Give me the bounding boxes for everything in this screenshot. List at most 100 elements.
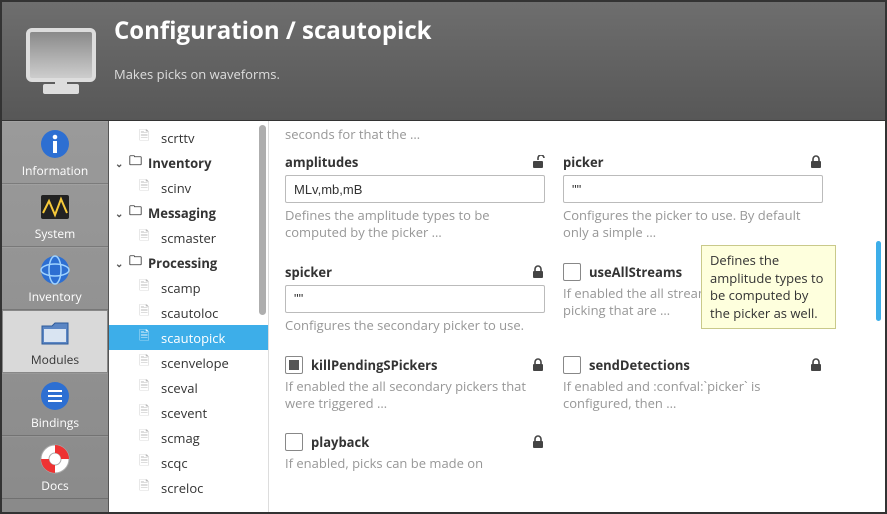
checkbox-useallstreams[interactable]	[563, 263, 581, 281]
param-label: amplitudes	[285, 153, 358, 171]
tree-label: scamp	[161, 279, 201, 297]
tree-label: sceval	[161, 379, 198, 397]
sidebar-item-system[interactable]: System	[2, 184, 108, 247]
content-scrollbar[interactable]	[876, 241, 881, 321]
sidebar-label: Bindings	[31, 414, 79, 431]
checkbox-senddetections[interactable]	[563, 356, 581, 374]
tree-item-scmag[interactable]: 🗎 scmag	[109, 425, 268, 450]
sidebar-label: Modules	[31, 351, 79, 368]
tree-label: scmaster	[161, 229, 216, 247]
document-icon: 🗎	[139, 476, 155, 499]
param-label: sendDetections	[589, 356, 690, 374]
document-icon: 🗎	[139, 326, 155, 349]
tree-panel: 🗎scrttv ⌄🗀Inventory 🗎scinv ⌄🗀Messaging 🗎…	[109, 121, 269, 512]
param-spicker: spicker Configures the secondary picker …	[285, 263, 545, 334]
param-desc: Configures the secondary picker to use.	[285, 317, 545, 334]
folder-small-icon: 🗀	[129, 201, 142, 224]
tree-item-scautopick[interactable]: 🗎 scautopick	[109, 325, 268, 350]
chevron-down-icon: ⌄	[115, 256, 129, 270]
tree-item-scevent[interactable]: 🗎 scevent	[109, 400, 268, 425]
lock-icon[interactable]	[531, 435, 545, 449]
document-icon: 🗎	[139, 176, 155, 199]
folder-small-icon: 🗀	[129, 251, 142, 274]
picker-input[interactable]	[563, 175, 823, 203]
sidebar-item-bindings[interactable]: Bindings	[2, 373, 108, 436]
bindings-icon	[39, 380, 71, 412]
tree-category-inventory[interactable]: ⌄🗀 Inventory	[109, 150, 268, 175]
tree-item-scamp[interactable]: 🗎 scamp	[109, 275, 268, 300]
param-desc: If enabled the all secondary pickers tha…	[285, 378, 545, 412]
checkbox-killpending[interactable]	[285, 356, 303, 374]
tree-item-scinv[interactable]: 🗎 scinv	[109, 175, 268, 200]
sidebar-label: Docs	[41, 477, 68, 494]
tree-label: screloc	[161, 479, 203, 497]
checkbox-playback[interactable]	[285, 433, 303, 451]
tree-item-screloc[interactable]: 🗎 screloc	[109, 475, 268, 500]
param-desc: Configures the picker to use. By default…	[563, 207, 823, 241]
param-killpendingspickers: killPendingSPickers If enabled the all s…	[285, 356, 545, 412]
tree-item-sceval[interactable]: 🗎 sceval	[109, 375, 268, 400]
sidebar-label: System	[35, 225, 75, 242]
param-label: useAllStreams	[589, 263, 682, 281]
folder-small-icon: 🗀	[129, 151, 142, 174]
tree-label: Inventory	[148, 154, 211, 172]
lock-icon[interactable]	[531, 265, 545, 279]
tree-label: scqc	[161, 454, 188, 472]
chevron-down-icon: ⌄	[115, 206, 129, 220]
param-senddetections: sendDetections If enabled and :confval:`…	[563, 356, 823, 412]
tree-label: Processing	[148, 254, 217, 272]
page-subtitle: Makes picks on waveforms.	[114, 65, 432, 83]
lock-icon[interactable]	[531, 358, 545, 372]
tree-label: scinv	[161, 179, 191, 197]
document-icon: 🗎	[139, 276, 155, 299]
document-icon: 🗎	[139, 401, 155, 424]
sidebar: Information System Inventory Modules Bin…	[2, 121, 109, 512]
sidebar-item-information[interactable]: Information	[2, 121, 108, 184]
document-icon: 🗎	[139, 376, 155, 399]
page-title: Configuration / scautopick	[114, 14, 432, 47]
param-label: killPendingSPickers	[311, 356, 438, 374]
truncated-text: seconds for that the …	[285, 121, 869, 153]
chevron-down-icon: ⌄	[115, 156, 129, 170]
document-icon: 🗎	[139, 426, 155, 449]
sidebar-item-modules[interactable]: Modules	[2, 310, 108, 373]
param-amplitudes: amplitudes Defines the amplitude types t…	[285, 153, 545, 241]
param-label: spicker	[285, 263, 332, 281]
tree-label: scautoloc	[161, 304, 218, 322]
param-picker: picker Configures the picker to use. By …	[563, 153, 823, 241]
info-icon	[39, 128, 71, 160]
tree-item-scautoloc[interactable]: 🗎 scautoloc	[109, 300, 268, 325]
folder-icon	[39, 317, 71, 349]
amplitudes-input[interactable]	[285, 175, 545, 203]
tree-label: scrttv	[161, 129, 195, 147]
lifebuoy-icon	[39, 443, 71, 475]
tree-item-scrttv[interactable]: 🗎scrttv	[109, 125, 268, 150]
tree-item-scenvelope[interactable]: 🗎 scenvelope	[109, 350, 268, 375]
tree-label: scenvelope	[161, 354, 229, 372]
param-label: picker	[563, 153, 604, 171]
unlock-icon[interactable]	[531, 155, 545, 169]
monitor-icon	[20, 14, 102, 96]
document-icon: 🗎	[139, 226, 155, 249]
tree-label: scautopick	[161, 329, 225, 347]
tree-item-scmaster[interactable]: 🗎 scmaster	[109, 225, 268, 250]
lock-icon[interactable]	[809, 155, 823, 169]
spicker-input[interactable]	[285, 285, 545, 313]
sidebar-item-docs[interactable]: Docs	[2, 436, 108, 499]
content-panel: seconds for that the … amplitudes Define…	[269, 121, 885, 512]
sidebar-item-inventory[interactable]: Inventory	[2, 247, 108, 310]
tree-category-messaging[interactable]: ⌄🗀Messaging	[109, 200, 268, 225]
document-icon: 🗎	[139, 301, 155, 324]
param-desc: Defines the amplitude types to be comput…	[285, 207, 545, 241]
tree-label: scevent	[161, 404, 207, 422]
tree-item-scqc[interactable]: 🗎scqc	[109, 450, 268, 475]
tooltip: Defines the amplitude types to be comput…	[701, 245, 836, 329]
param-desc: If enabled and :confval:`picker` is conf…	[563, 378, 823, 412]
param-desc: If enabled, picks can be made on	[285, 455, 545, 472]
param-playback: playback If enabled, picks can be made o…	[285, 433, 545, 472]
lock-icon[interactable]	[809, 358, 823, 372]
tree-scrollbar[interactable]	[259, 125, 266, 315]
document-icon: 🗎	[139, 351, 155, 374]
tree-label: scmag	[161, 429, 200, 447]
tree-category-processing[interactable]: ⌄🗀 Processing	[109, 250, 268, 275]
